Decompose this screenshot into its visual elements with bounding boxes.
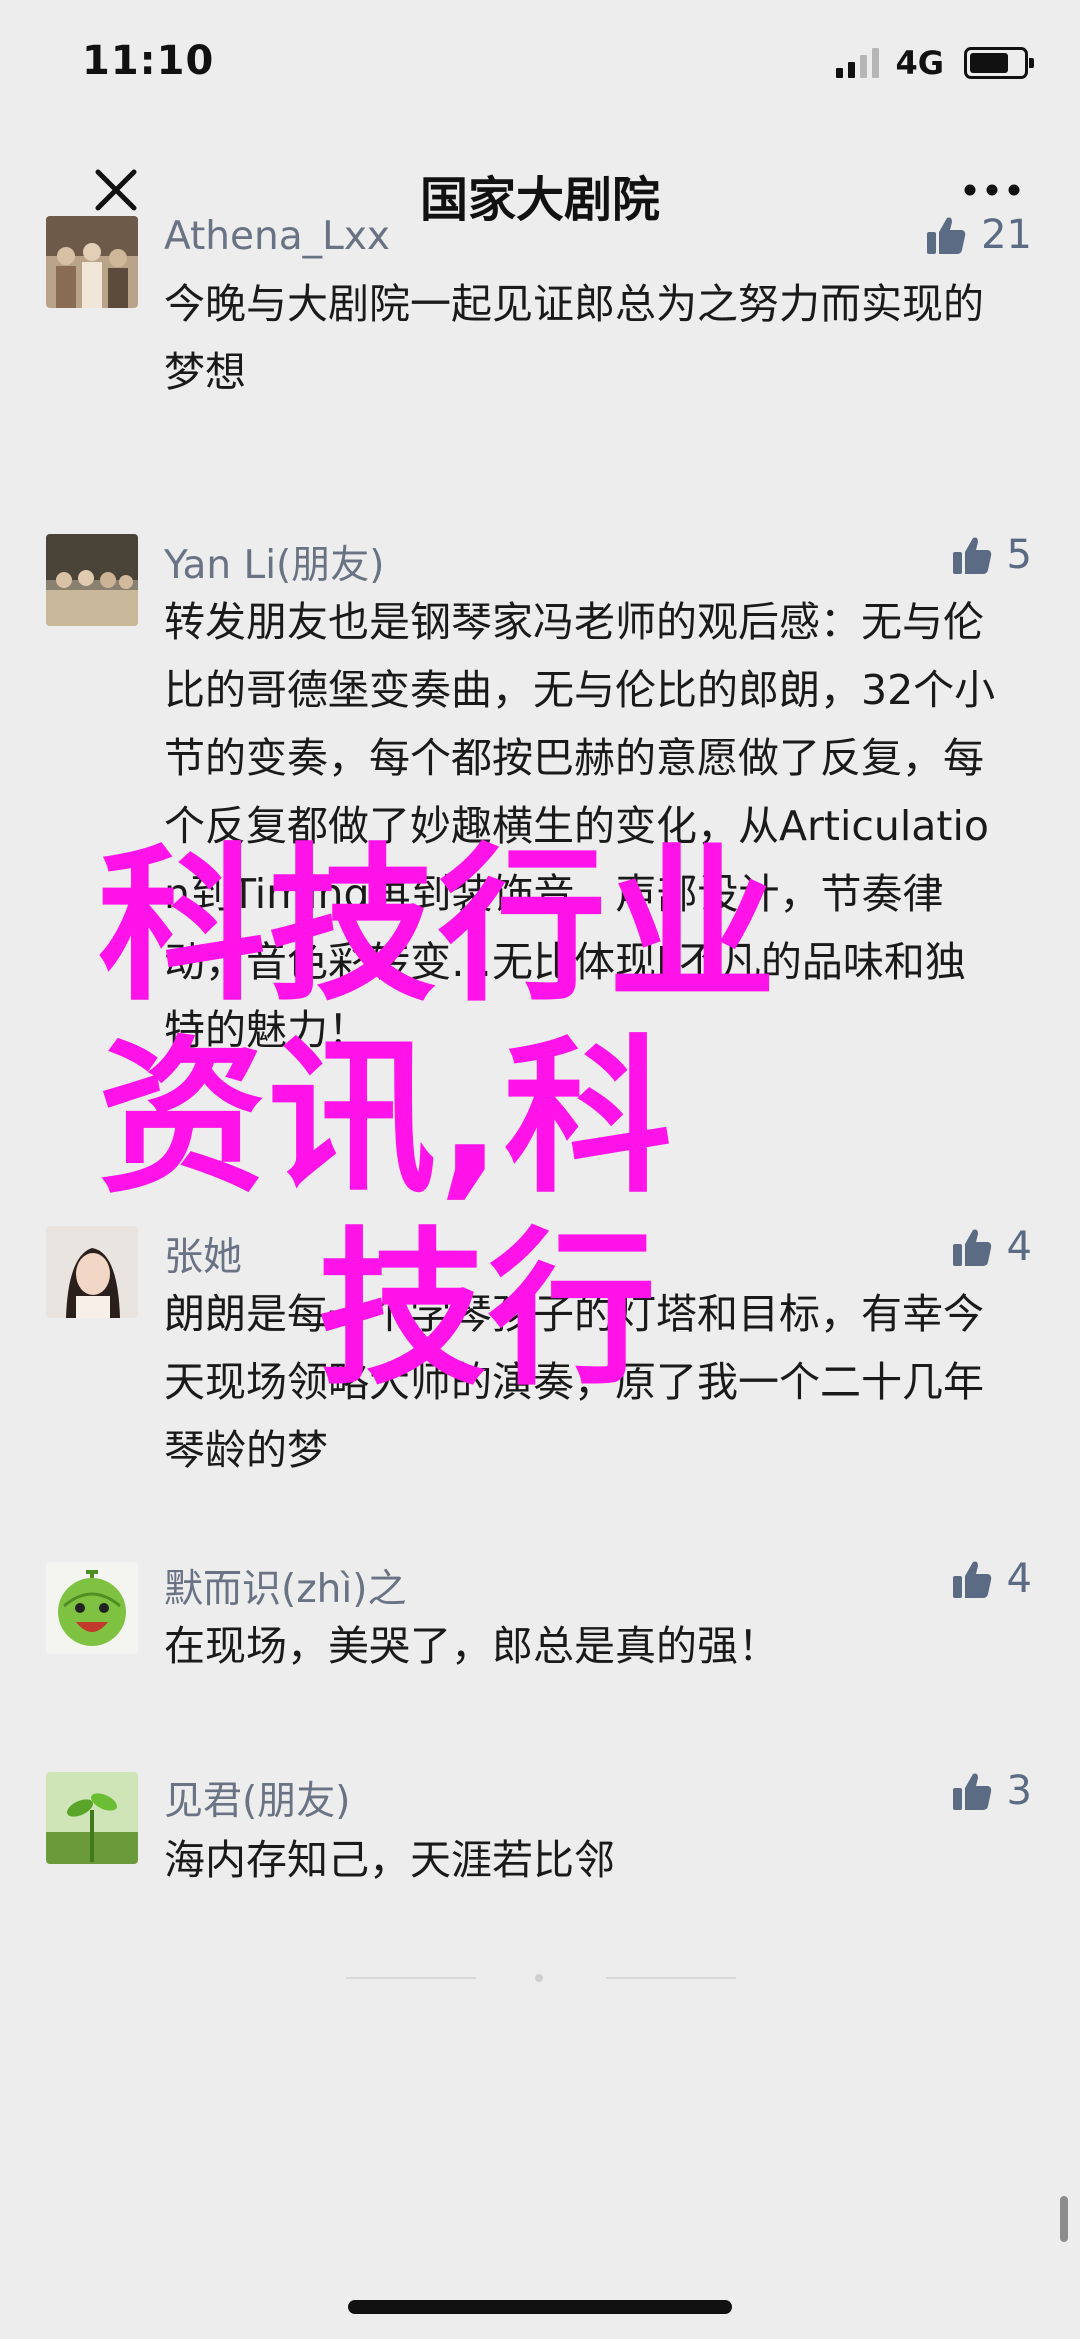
status-bar: 11:10 4G xyxy=(0,0,1080,130)
scrollbar[interactable] xyxy=(1060,2196,1068,2242)
avatar-image xyxy=(46,1562,138,1654)
thumbs-up-icon xyxy=(952,1773,991,1810)
cell-signal-icon xyxy=(836,48,880,78)
thumbs-up-icon xyxy=(927,217,966,254)
avatar-image xyxy=(46,534,138,626)
thumbs-up-icon xyxy=(952,1561,991,1598)
comment-text: 在现场，美哭了，郎总是真的强！ xyxy=(164,1622,779,1670)
list-end-divider xyxy=(346,1974,736,1982)
battery-icon xyxy=(964,47,1034,79)
more-icon[interactable] xyxy=(962,178,1022,202)
status-time: 11:10 xyxy=(82,38,215,84)
commenter-name[interactable]: Yan Li(朋友) xyxy=(164,534,384,590)
comment-text: 今晚与大剧院一起见证郎总为之努力而实现的梦想 xyxy=(164,280,984,396)
like-count: 3 xyxy=(1006,1768,1032,1814)
like-button[interactable]: 4 xyxy=(951,1556,1032,1602)
like-count: 5 xyxy=(1006,532,1032,578)
avatar[interactable] xyxy=(46,216,138,308)
avatar[interactable] xyxy=(46,534,138,626)
like-button[interactable]: 5 xyxy=(951,532,1032,578)
comment-text: 海内存知己，天涯若比邻 xyxy=(164,1836,615,1884)
like-button[interactable]: 3 xyxy=(951,1768,1032,1814)
status-indicators: 4G xyxy=(836,44,1034,82)
page-title: 国家大剧院 xyxy=(419,172,660,228)
network-label: 4G xyxy=(895,44,944,82)
avatar-image xyxy=(46,216,138,308)
commenter-name[interactable]: Athena_Lxx xyxy=(164,214,390,259)
avatar[interactable] xyxy=(46,1772,138,1864)
like-count: 4 xyxy=(1006,1224,1032,1270)
watermark-line: 技行 xyxy=(318,1212,658,1408)
like-count: 21 xyxy=(981,212,1032,258)
watermark-overlay: 科技行业 资讯,科 技行 xyxy=(98,830,998,1406)
commenter-name[interactable]: 默而识(zhì)之 xyxy=(164,1558,406,1614)
avatar[interactable] xyxy=(46,1562,138,1654)
watermark-line: 资讯,科 xyxy=(98,1020,674,1216)
watermark-line: 科技行业 xyxy=(98,828,778,1024)
commenter-name[interactable]: 见君(朋友) xyxy=(164,1770,350,1826)
like-button[interactable]: 21 xyxy=(925,212,1032,258)
like-count: 4 xyxy=(1006,1556,1032,1602)
avatar-image xyxy=(46,1772,138,1864)
home-indicator[interactable] xyxy=(348,2300,732,2314)
thumbs-up-icon xyxy=(952,537,991,574)
